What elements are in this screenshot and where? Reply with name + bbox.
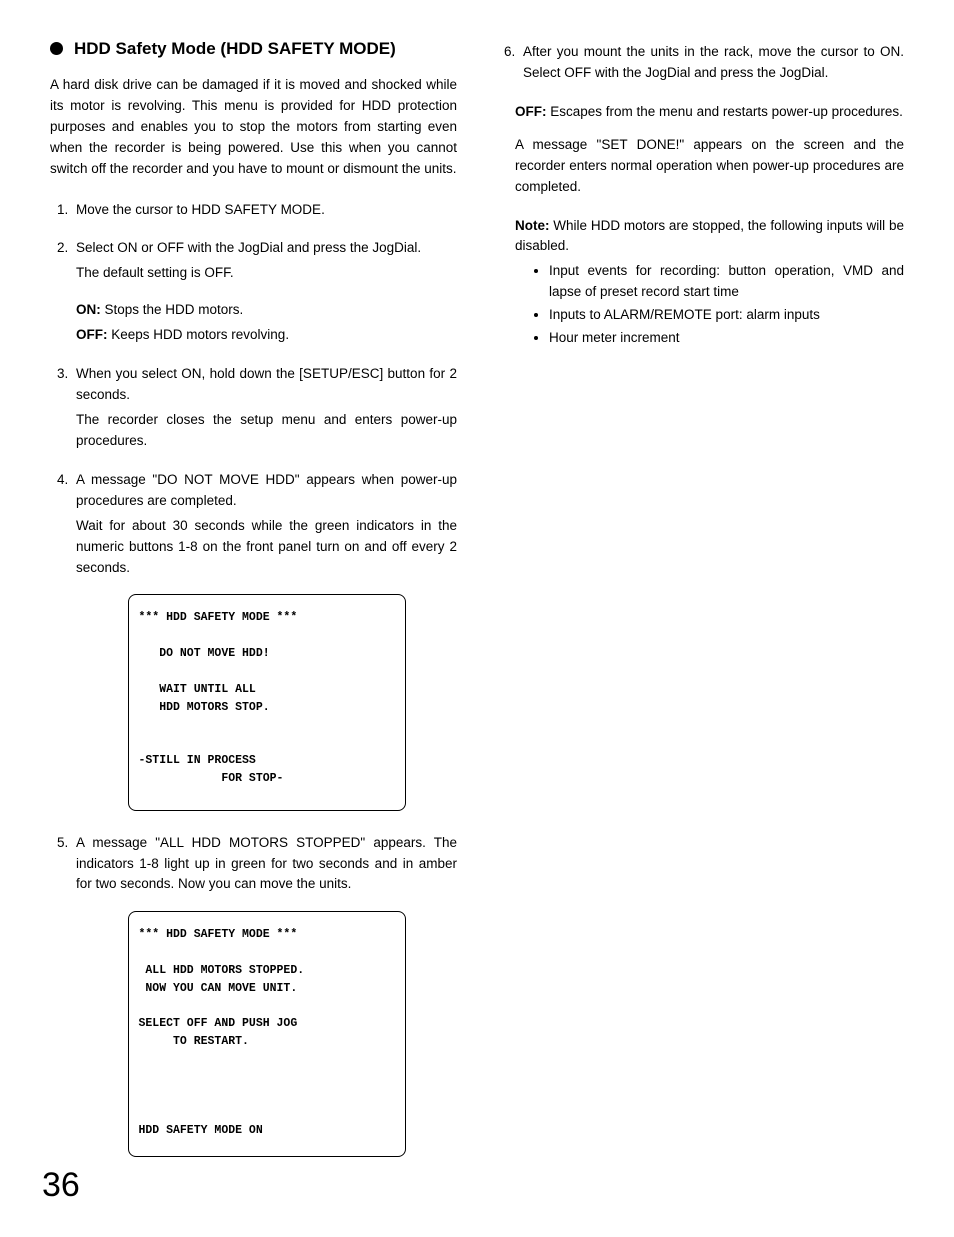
step-text: A message "DO NOT MOVE HDD" appears when…: [76, 470, 457, 512]
off-line: OFF: Keeps HDD motors revolving.: [76, 325, 457, 346]
step-text: When you select ON, hold down the [SETUP…: [76, 364, 457, 406]
step-text: Move the cursor to HDD SAFETY MODE.: [76, 202, 325, 217]
message-block: A message "SET DONE!" appears on the scr…: [515, 135, 904, 198]
terminal-box-2: *** HDD SAFETY MODE *** ALL HDD MOTORS S…: [128, 911, 406, 1157]
step-2: Select ON or OFF with the JogDial and pr…: [72, 238, 457, 346]
step-1: Move the cursor to HDD SAFETY MODE.: [72, 200, 457, 221]
note-label: Note:: [515, 218, 550, 233]
step-list: Move the cursor to HDD SAFETY MODE. Sele…: [50, 200, 457, 1158]
terminal-box-1: *** HDD SAFETY MODE *** DO NOT MOVE HDD!…: [128, 594, 406, 810]
off-text: Keeps HDD motors revolving.: [108, 327, 290, 342]
on-text: Stops the HDD motors.: [101, 302, 244, 317]
step-text: The recorder closes the setup menu and e…: [76, 410, 457, 452]
off-label: OFF:: [76, 327, 108, 342]
step-text: Wait for about 30 seconds while the gree…: [76, 516, 457, 579]
page-number: 36: [42, 1166, 80, 1205]
bullet-item: Input events for recording: button opera…: [549, 261, 904, 303]
right-column: After you mount the units in the rack, m…: [497, 38, 904, 1179]
step-4: A message "DO NOT MOVE HDD" appears when…: [72, 470, 457, 811]
section-heading: HDD Safety Mode (HDD SAFETY MODE): [50, 38, 457, 61]
step-5: A message "ALL HDD MOTORS STOPPED" appea…: [72, 833, 457, 1158]
note-line: Note: While HDD motors are stopped, the …: [515, 216, 904, 258]
page-content: HDD Safety Mode (HDD SAFETY MODE) A hard…: [0, 0, 954, 1179]
note-bullets: Input events for recording: button opera…: [515, 261, 904, 349]
on-label: ON:: [76, 302, 101, 317]
bullet-item: Hour meter increment: [549, 328, 904, 349]
step-text: A message "ALL HDD MOTORS STOPPED" appea…: [76, 833, 457, 896]
message-text: A message "SET DONE!" appears on the scr…: [515, 135, 904, 198]
bullet-item: Inputs to ALARM/REMOTE port: alarm input…: [549, 305, 904, 326]
step-text: Select ON or OFF with the JogDial and pr…: [76, 238, 457, 259]
step-3: When you select ON, hold down the [SETUP…: [72, 364, 457, 452]
note-text: While HDD motors are stopped, the follow…: [515, 218, 904, 254]
step-6: After you mount the units in the rack, m…: [519, 42, 904, 84]
off-text: Escapes from the menu and restarts power…: [547, 104, 903, 119]
step-text: After you mount the units in the rack, m…: [523, 42, 904, 84]
intro-paragraph: A hard disk drive can be damaged if it i…: [50, 75, 457, 180]
left-column: HDD Safety Mode (HDD SAFETY MODE) A hard…: [50, 38, 457, 1179]
off-label: OFF:: [515, 104, 547, 119]
step-text: The default setting is OFF.: [76, 263, 457, 284]
on-line: ON: Stops the HDD motors.: [76, 300, 457, 321]
off-block: OFF: Escapes from the menu and restarts …: [515, 102, 904, 123]
note-block: Note: While HDD motors are stopped, the …: [515, 216, 904, 350]
on-off-block: ON: Stops the HDD motors. OFF: Keeps HDD…: [76, 300, 457, 346]
step-list-right: After you mount the units in the rack, m…: [497, 42, 904, 84]
